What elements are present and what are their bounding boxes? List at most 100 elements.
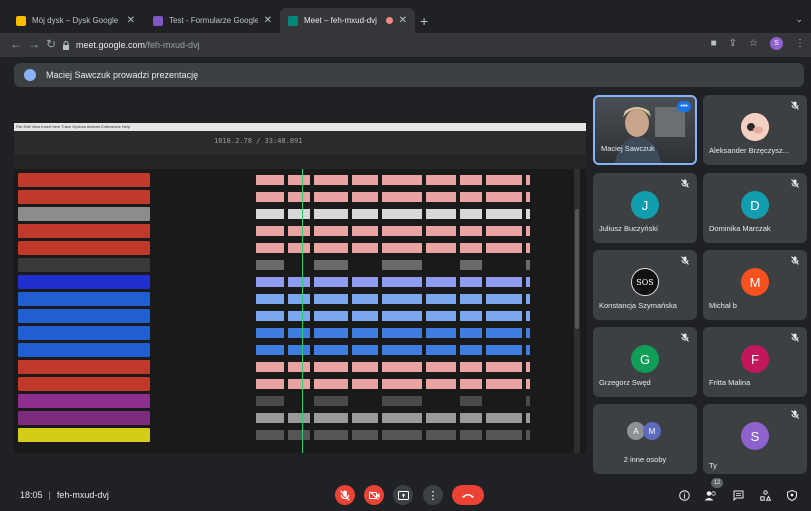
daw-audio-region — [460, 396, 482, 406]
daw-menu-bar: File Edit View Insert Item Track Options… — [14, 123, 586, 131]
daw-audio-region — [256, 209, 284, 219]
daw-audio-region — [314, 396, 348, 406]
tab-google-drive[interactable]: Mój dysk – Dysk Google ✕ — [8, 8, 143, 33]
daw-audio-region — [486, 175, 522, 185]
url-host: meet.google.com — [76, 40, 146, 50]
microphone-toggle-button[interactable] — [335, 485, 355, 505]
close-icon[interactable]: ✕ — [127, 15, 135, 26]
daw-audio-region — [314, 379, 348, 389]
daw-audio-region — [460, 260, 482, 270]
chat-icon[interactable] — [730, 487, 746, 503]
daw-audio-region — [426, 294, 456, 304]
participant-name: Ty — [709, 461, 717, 470]
participant-name: Maciej Sawczuk — [601, 144, 655, 153]
daw-audio-region — [256, 328, 284, 338]
daw-audio-region — [352, 175, 378, 185]
daw-audio-region — [486, 209, 522, 219]
mic-off-icon — [791, 101, 799, 110]
daw-audio-region — [256, 175, 284, 185]
camera-toggle-button[interactable] — [364, 485, 384, 505]
google-forms-icon — [153, 15, 163, 26]
participant-name: Konstancja Szymańska — [599, 301, 677, 310]
tab-search-chevron-icon[interactable]: ⌄ — [795, 14, 803, 25]
participant-tile[interactable]: SOS Konstancja Szymańska — [593, 250, 697, 320]
tab-google-meet[interactable]: Meet – feh-mxud-dvj ✕ — [280, 8, 415, 33]
participant-tile-video[interactable]: ••• Maciej Sawczuk — [593, 95, 697, 165]
bookmark-star-icon[interactable]: ☆ — [749, 38, 758, 49]
daw-track-lane — [176, 190, 531, 204]
daw-audio-region — [256, 430, 284, 440]
back-arrow-icon[interactable]: ← — [10, 37, 22, 51]
daw-audio-region — [486, 243, 522, 253]
close-icon[interactable]: ✕ — [399, 15, 407, 26]
daw-audio-region — [526, 396, 530, 406]
meet-stage: Maciej Sawczuk prowadzi prezentację File… — [0, 57, 811, 511]
daw-track-header — [18, 258, 150, 272]
daw-audio-region — [460, 192, 482, 202]
reload-icon[interactable]: ↻ — [46, 37, 56, 51]
daw-track-lane — [176, 309, 531, 323]
daw-audio-region — [256, 260, 284, 270]
participant-tile[interactable]: D Dominika Marczak — [703, 173, 807, 243]
mic-off-icon — [681, 333, 689, 342]
participant-tile-others[interactable]: A M 2 inne osoby — [593, 404, 697, 474]
daw-audio-region — [352, 243, 378, 253]
leave-call-button[interactable] — [452, 485, 484, 505]
daw-audio-region — [526, 243, 530, 253]
daw-audio-region — [426, 192, 456, 202]
daw-audio-region — [288, 226, 310, 236]
mic-off-icon — [791, 410, 799, 419]
daw-audio-region — [382, 362, 422, 372]
new-tab-button[interactable]: + — [420, 13, 428, 29]
camera-in-use-icon[interactable]: ■ — [711, 38, 717, 49]
daw-track-lane — [176, 394, 531, 408]
participant-tile[interactable]: F Fritta Malina — [703, 327, 807, 397]
daw-audio-region — [460, 175, 482, 185]
daw-audio-region — [256, 345, 284, 355]
tab-google-forms[interactable]: Test - Formularze Google ✕ — [145, 8, 280, 33]
daw-track-lane — [176, 224, 531, 238]
participant-tile[interactable]: G Grzegorz Swęd — [593, 327, 697, 397]
daw-audio-region — [352, 277, 378, 287]
mic-off-icon — [681, 256, 689, 265]
daw-audio-region — [486, 362, 522, 372]
address-bar[interactable]: meet.google.com/feh-mxud-dvj — [62, 36, 702, 54]
daw-track-lane — [176, 428, 531, 442]
mic-off-icon — [340, 489, 350, 501]
present-screen-button[interactable] — [393, 485, 413, 505]
daw-audio-region — [526, 277, 530, 287]
daw-audio-region — [426, 362, 456, 372]
activities-icon[interactable] — [757, 487, 773, 503]
daw-audio-region — [314, 311, 348, 321]
daw-audio-region — [352, 379, 378, 389]
daw-audio-region — [460, 430, 482, 440]
daw-audio-region — [526, 260, 530, 270]
shared-screen[interactable]: File Edit View Insert Item Track Options… — [14, 123, 586, 453]
daw-audio-region — [352, 294, 378, 304]
participant-tile-self[interactable]: S Ty — [703, 404, 807, 474]
host-controls-icon[interactable] — [784, 487, 800, 503]
meeting-details-icon[interactable] — [676, 487, 692, 503]
daw-track-header — [18, 309, 150, 323]
menu-kebab-icon[interactable]: ⋮ — [795, 38, 805, 49]
participant-tile[interactable]: Aleksander Brzęczysz... — [703, 95, 807, 165]
profile-avatar[interactable]: S — [770, 37, 783, 50]
daw-track-header — [18, 241, 150, 255]
participant-avatar: M — [643, 422, 661, 440]
daw-audio-region — [382, 396, 422, 406]
daw-track-lane — [176, 275, 531, 289]
participant-tile[interactable]: J Juliusz Buczyński — [593, 173, 697, 243]
share-icon[interactable]: ⇪ — [729, 38, 737, 49]
more-options-button[interactable]: ⋮ — [423, 485, 443, 505]
forward-arrow-icon[interactable]: → — [28, 37, 40, 51]
daw-audio-region — [352, 209, 378, 219]
daw-audio-region — [526, 345, 530, 355]
participant-tile[interactable]: M Michał b — [703, 250, 807, 320]
daw-track-header — [18, 394, 150, 408]
more-options-icon[interactable]: ••• — [677, 101, 691, 112]
daw-audio-region — [526, 294, 530, 304]
close-icon[interactable]: ✕ — [264, 15, 272, 26]
people-icon[interactable] — [702, 487, 718, 503]
participant-name: Dominika Marczak — [709, 224, 771, 233]
daw-audio-region — [314, 345, 348, 355]
